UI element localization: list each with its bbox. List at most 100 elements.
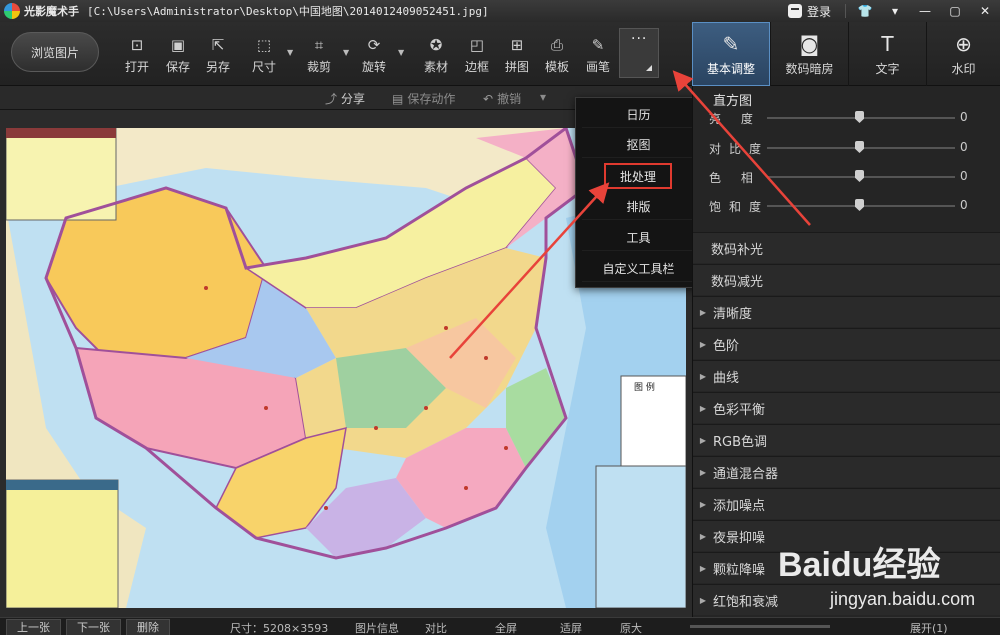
menu-item-custom-toolbar[interactable]: 自定义工具栏 <box>582 256 695 282</box>
template-label: 模板 <box>545 60 570 74</box>
section-label: 红饱和衰减 <box>713 594 779 610</box>
saturation-slider[interactable]: 饱和度 0 <box>693 196 1000 216</box>
save-action-label: 保存动作 <box>407 92 456 106</box>
section-levels[interactable]: ▶ 色阶 <box>693 328 1000 359</box>
expand-arrow-icon: ▶ <box>699 499 707 509</box>
maximize-button[interactable]: ▢ <box>940 0 970 22</box>
skin-button[interactable]: 👕 <box>850 0 880 22</box>
map-legend-title: 图 例 <box>634 381 655 393</box>
template-icon: ⎙ <box>550 36 563 54</box>
section-add-noise[interactable]: ▶ 添加噪点 <box>693 488 1000 519</box>
tab-basic-adjust-label: 基本调整 <box>706 61 755 76</box>
section-reduce-light[interactable]: 数码减光 <box>693 264 1000 295</box>
image-info-button[interactable]: 图片信息 <box>355 620 399 635</box>
login-button[interactable]: 登录 <box>782 0 841 22</box>
section-curves[interactable]: ▶ 曲线 <box>693 360 1000 391</box>
menu-item-batch[interactable]: 批处理 <box>604 163 672 189</box>
section-red-saturation-decay[interactable]: ▶ 红饱和衰减 <box>693 584 1000 615</box>
expand-arrow-icon: ▶ <box>699 467 707 477</box>
slider-knob[interactable] <box>855 111 864 123</box>
brush-label: 画笔 <box>586 60 611 74</box>
zoom-slider[interactable] <box>690 625 830 628</box>
login-label: 登录 <box>806 4 831 19</box>
template-button[interactable]: ⎙ 模板 <box>545 36 569 78</box>
divider <box>845 4 846 18</box>
menu-item-cutout[interactable]: 抠图 <box>582 132 695 158</box>
minimize-button[interactable]: — <box>910 0 940 22</box>
material-icon: ✪ <box>429 36 443 54</box>
darkroom-icon: ◙ <box>799 31 820 56</box>
slider-knob[interactable] <box>855 199 864 211</box>
resize-dropdown-icon[interactable]: ▼ <box>287 48 295 57</box>
maximize-icon: ▢ <box>949 4 961 18</box>
prev-image-button[interactable]: 上一张 <box>6 619 61 635</box>
resize-label: 尺寸 <box>252 60 277 74</box>
fit-screen-button[interactable]: 适屏 <box>560 620 582 635</box>
expand-button[interactable]: 展开(1) <box>910 620 948 635</box>
tab-text[interactable]: T 文字 <box>848 22 926 86</box>
expand-arrow-icon: ▶ <box>699 307 707 317</box>
brightness-slider[interactable]: 亮 度 0 <box>693 108 1000 128</box>
hue-slider[interactable]: 色 相 0 <box>693 167 1000 187</box>
collage-button[interactable]: ⊞ 拼图 <box>505 36 529 78</box>
undo-dropdown[interactable]: ▾ <box>540 90 546 104</box>
expand-arrow-icon: ▶ <box>699 371 707 381</box>
brightness-label: 亮 度 <box>709 112 761 126</box>
browse-images-button[interactable]: 浏览图片 <box>11 32 99 72</box>
undo-button[interactable]: ↶ 撤销 <box>483 90 521 107</box>
menu-icon: ▾ <box>891 4 899 18</box>
histogram-label: 直方图 <box>713 94 753 109</box>
section-night-denoise[interactable]: ▶ 夜景抑噪 <box>693 520 1000 551</box>
more-dots: ··· <box>631 31 648 47</box>
next-image-button[interactable]: 下一张 <box>66 619 121 635</box>
section-label: 通道混合器 <box>713 466 779 482</box>
share-button[interactable]: ⤴ 分享 <box>325 90 365 107</box>
save-icon: ▣ <box>170 36 186 54</box>
material-label: 素材 <box>424 60 449 74</box>
menu-item-layout[interactable]: 排版 <box>582 194 695 220</box>
section-label: 夜景抑噪 <box>713 530 766 546</box>
tab-watermark[interactable]: ⊕ 水印 <box>926 22 1000 86</box>
open-button[interactable]: ⊡ 打开 <box>125 36 149 78</box>
section-fill-light[interactable]: 数码补光 <box>693 232 1000 263</box>
menu-item-tools[interactable]: 工具 <box>582 225 695 251</box>
section-channel-mixer[interactable]: ▶ 通道混合器 <box>693 456 1000 487</box>
original-size-button[interactable]: 原大 <box>620 620 642 635</box>
crop-dropdown-icon[interactable]: ▼ <box>343 48 351 57</box>
share-label: 分享 <box>341 92 366 106</box>
slider-knob[interactable] <box>855 170 864 182</box>
save-as-button[interactable]: ⇱ 另存 <box>206 36 230 78</box>
resize-button[interactable]: ⬚ 尺寸 <box>252 36 276 78</box>
file-path: [C:\Users\Administrator\Desktop\中国地图\201… <box>87 5 489 18</box>
section-color-balance[interactable]: ▶ 色彩平衡 <box>693 392 1000 423</box>
tab-darkroom[interactable]: ◙ 数码暗房 <box>770 22 848 86</box>
rotate-button[interactable]: ⟳ 旋转 <box>362 36 386 78</box>
section-rgb-tone[interactable]: ▶ RGB色调 <box>693 424 1000 455</box>
open-icon: ⊡ <box>130 36 144 54</box>
status-bar: 上一张 下一张 删除 尺寸：5208×3593 图片信息 对比 全屏 适屏 原大… <box>0 617 1000 635</box>
contrast-value: 0 <box>960 140 968 154</box>
section-label: 添加噪点 <box>713 498 766 514</box>
tab-basic-adjust[interactable]: ✎ 基本调整 <box>692 22 770 86</box>
more-tools-button[interactable]: ··· <box>619 28 659 78</box>
expand-arrow-icon: ▶ <box>699 435 707 445</box>
delete-button[interactable]: 删除 <box>126 619 170 635</box>
menu-button[interactable]: ▾ <box>880 0 910 22</box>
border-label: 边框 <box>465 60 490 74</box>
brush-button[interactable]: ✎ 画笔 <box>586 36 610 78</box>
section-sharpness[interactable]: ▶ 清晰度 <box>693 296 1000 327</box>
fullscreen-button[interactable]: 全屏 <box>495 620 517 635</box>
material-button[interactable]: ✪ 素材 <box>424 36 448 78</box>
contrast-slider[interactable]: 对比度 0 <box>693 138 1000 158</box>
compare-button[interactable]: 对比 <box>425 620 447 635</box>
border-button[interactable]: ◰ 边框 <box>465 36 489 78</box>
menu-item-calendar[interactable]: 日历 <box>582 102 695 128</box>
save-action-button[interactable]: ▤ 保存动作 <box>392 90 455 107</box>
section-grain-denoise[interactable]: ▶ 颗粒降噪 <box>693 552 1000 583</box>
close-button[interactable]: ✕ <box>970 0 1000 22</box>
slider-knob[interactable] <box>855 141 864 153</box>
save-button[interactable]: ▣ 保存 <box>166 36 190 78</box>
saturation-label: 饱和度 <box>709 200 770 214</box>
rotate-dropdown-icon[interactable]: ▼ <box>398 48 406 57</box>
crop-button[interactable]: ⌗ 裁剪 <box>307 36 331 78</box>
